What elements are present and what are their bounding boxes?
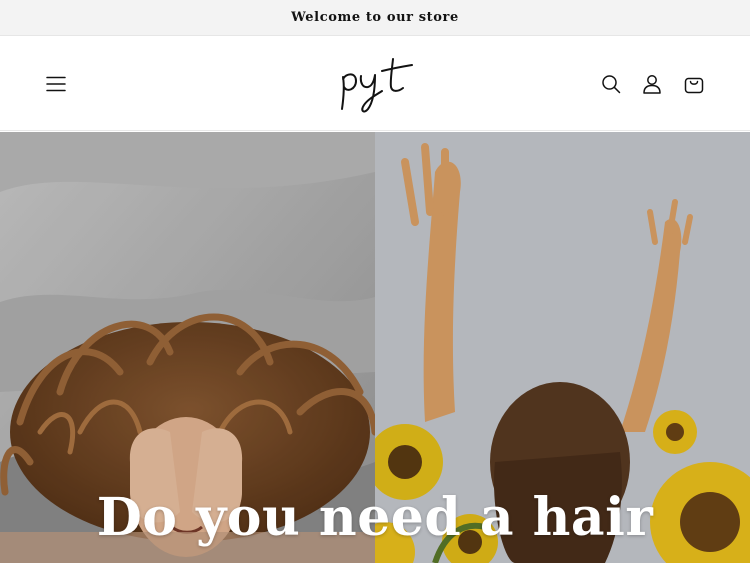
store-logo[interactable]: pyt [330, 51, 420, 117]
hero-banner[interactable]: Do you need a hair [0, 132, 750, 563]
cart-button[interactable] [676, 66, 712, 102]
hamburger-menu-icon [46, 76, 66, 92]
logo-wordmark [341, 58, 413, 113]
account-button[interactable] [634, 66, 670, 102]
search-icon [602, 75, 621, 94]
announcement-text: Welcome to our store [291, 10, 459, 25]
shopping-bag-icon [684, 77, 704, 94]
search-button[interactable] [593, 66, 629, 102]
menu-button[interactable] [38, 66, 74, 102]
user-icon [643, 75, 661, 94]
site-header: pyt [0, 37, 750, 131]
hero-heading: Do you need a hair [96, 487, 654, 548]
announcement-bar: Welcome to our store [0, 0, 750, 36]
